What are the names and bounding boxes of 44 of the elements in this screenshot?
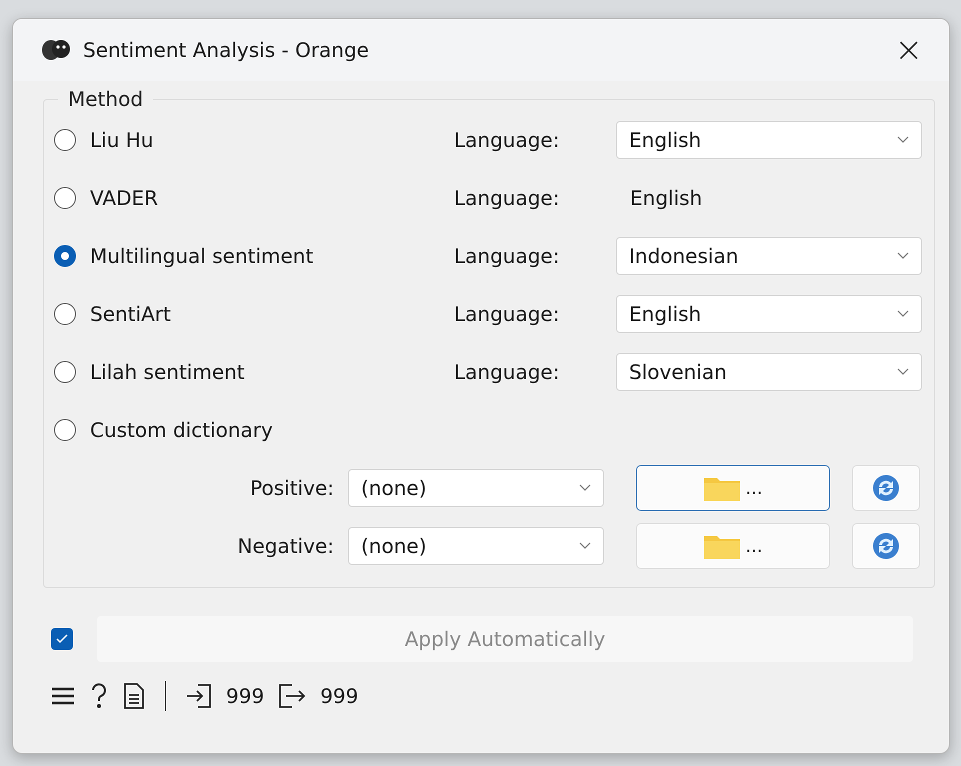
browse-button[interactable]: ... [636,523,830,569]
dictionary-dropdown[interactable]: (none) [348,527,604,565]
language-label: Language: [454,360,560,384]
checkmark-icon [56,634,68,644]
chevron-down-icon [897,310,909,318]
output-count: 999 [320,684,358,708]
dictionary-label: Negative: [236,534,335,558]
chevron-down-icon [579,484,591,492]
refresh-icon [871,531,901,561]
dictionary-label: Positive: [249,476,335,500]
dictionary-dropdown[interactable]: (none) [348,469,604,507]
chevron-down-icon [897,136,909,144]
input-icon [186,683,212,709]
menu-icon[interactable] [51,686,75,706]
browse-button[interactable]: ... [636,465,830,511]
chevron-down-icon [897,252,909,260]
language-label: Language: [454,186,560,210]
radio-option[interactable]: VADER [54,186,454,210]
close-button[interactable]: × [888,30,929,70]
help-icon[interactable] [89,682,109,710]
radio-option[interactable]: Multilingual sentiment [54,244,454,268]
chevron-down-icon [579,542,591,550]
language-dropdown[interactable]: English [616,295,922,333]
refresh-icon [871,473,901,503]
theater-masks-icon [41,39,71,61]
window-title: Sentiment Analysis - Orange [83,38,370,62]
radio-option[interactable]: Custom dictionary [54,418,454,442]
language-label: Language: [454,244,560,268]
document-icon[interactable] [123,683,145,709]
language-label: Language: [454,128,560,152]
language-dropdown[interactable]: Indonesian [616,237,922,275]
language-value: English [629,186,702,210]
chevron-down-icon [897,368,909,376]
output-icon [278,683,306,709]
radio-option[interactable]: Liu Hu [54,128,454,152]
radio-option[interactable]: SentiArt [54,302,454,326]
input-count: 999 [226,684,264,708]
language-dropdown[interactable]: Slovenian [616,353,922,391]
language-label: Language: [454,302,560,326]
reload-button[interactable] [852,465,920,511]
radio-option[interactable]: Lilah sentiment [54,360,454,384]
reload-button[interactable] [852,523,920,569]
language-dropdown[interactable]: English [616,121,922,159]
group-title: Method [67,87,144,111]
